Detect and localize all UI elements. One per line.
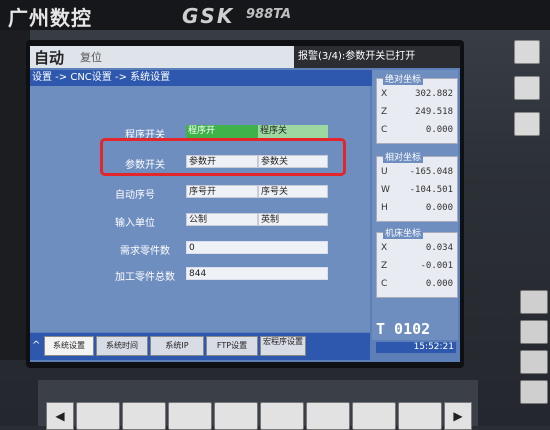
machine-coords-title: 机床坐标: [383, 226, 424, 239]
side-button[interactable]: [514, 76, 540, 100]
input-unit-metric[interactable]: 公制: [186, 213, 258, 226]
machine-coords: 机床坐标 X 0.034 Z -0.001 C 0.000: [376, 226, 458, 298]
input-unit-metric-label: 公制: [189, 215, 208, 225]
coordinate-panel: 绝对坐标 X 302.882 Z 249.518 C 0.000 相对坐标 U -165…: [372, 70, 458, 340]
coord-axis: Z: [381, 261, 388, 271]
side-button[interactable]: [514, 40, 540, 64]
coord-value: 302.882: [415, 89, 453, 99]
total-parts-field[interactable]: 844: [186, 267, 328, 280]
auto-seq-on-label: 序号开: [189, 187, 217, 197]
lcd-screen: 自动 复位 报警(3/4):参数开关已打开 设置 -> CNC设置 -> 系统设…: [30, 46, 460, 362]
relative-coords: 相对坐标 U -165.048 W -104.501 H 0.000: [376, 150, 458, 222]
required-parts-field[interactable]: 0: [186, 241, 328, 254]
side-key[interactable]: [520, 350, 548, 374]
title-bar: 自动 复位 报警(3/4):参数开关已打开: [30, 46, 460, 68]
coord-value: 249.518: [415, 107, 453, 117]
program-switch-off[interactable]: 程序关: [258, 125, 328, 138]
settings-panel: 程序开关 程序开 程序关 参数开关 参数开 参数关 自动序号 序号开 序号关 输…: [30, 86, 370, 332]
coord-value: -104.501: [409, 185, 453, 195]
alarm-message: 报警(3/4):参数开关已打开: [294, 46, 460, 68]
coord-value: 0.000: [425, 279, 453, 289]
auto-seq-off[interactable]: 序号关: [258, 185, 328, 198]
softkey-system-time[interactable]: 系统时间: [96, 336, 148, 356]
coord-axis: Z: [381, 107, 388, 117]
brand-bar: 广州数控 GSK 988TA: [0, 0, 550, 30]
auto-seq-label: 自动序号: [115, 190, 155, 201]
softkey-ftp-settings[interactable]: FTP设置: [206, 336, 258, 356]
program-switch-on[interactable]: 程序开: [186, 125, 258, 138]
coord-axis: X: [381, 243, 388, 253]
program-switch-off-label: 程序关: [260, 126, 288, 136]
softkey-prev-arrow[interactable]: ^: [32, 340, 40, 351]
side-key[interactable]: [520, 380, 548, 404]
coord-value: 0.034: [425, 243, 453, 253]
side-key[interactable]: [520, 290, 548, 314]
brand-logo: GSK: [182, 4, 235, 28]
program-switch-on-label: 程序开: [188, 126, 216, 136]
coord-axis: H: [381, 203, 388, 213]
softkey-bar: ^ 系统设置 系统时间 系统IP FTP设置 宏程序设置: [30, 333, 370, 360]
clock-display: 15:52:21: [376, 342, 456, 353]
absolute-coords-title: 绝对坐标: [383, 72, 424, 85]
highlight-annotation: [100, 138, 346, 176]
coord-axis: X: [381, 89, 388, 99]
coord-axis: C: [381, 125, 388, 135]
brand-name: 广州数控: [8, 6, 92, 30]
coord-value: 0.000: [425, 203, 453, 213]
tool-number: T 0102: [376, 320, 431, 338]
input-unit-label: 输入单位: [115, 218, 155, 229]
coord-value: -0.001: [420, 261, 453, 271]
softkey-system-settings[interactable]: 系统设置: [44, 336, 94, 356]
coord-value: -165.048: [409, 167, 453, 177]
input-unit-inch-label: 英制: [261, 215, 280, 225]
softkey-system-ip[interactable]: 系统IP: [150, 336, 204, 356]
brand-model: 988TA: [246, 7, 292, 22]
mode-indicator: 自动: [34, 49, 65, 67]
right-key-column: [520, 290, 548, 420]
input-unit-inch[interactable]: 英制: [258, 213, 328, 226]
auto-seq-on[interactable]: 序号开: [186, 185, 258, 198]
total-parts-label: 加工零件总数: [115, 272, 175, 283]
reset-indicator: 复位: [80, 51, 102, 64]
breadcrumb: 设置 -> CNC设置 -> 系统设置: [30, 70, 372, 86]
coord-axis: C: [381, 279, 388, 289]
auto-seq-off-label: 序号关: [261, 187, 289, 197]
side-key[interactable]: [520, 320, 548, 344]
absolute-coords: 绝对坐标 X 302.882 Z 249.518 C 0.000: [376, 72, 458, 144]
required-parts-label: 需求零件数: [120, 246, 170, 257]
softkey-macro-settings[interactable]: 宏程序设置: [260, 336, 306, 356]
side-button[interactable]: [514, 112, 540, 136]
coord-value: 0.000: [425, 125, 453, 135]
function-key-row: ◀ ▶: [38, 380, 478, 430]
coord-axis: U: [381, 167, 388, 177]
relative-coords-title: 相对坐标: [383, 150, 424, 163]
coord-axis: W: [381, 185, 390, 195]
